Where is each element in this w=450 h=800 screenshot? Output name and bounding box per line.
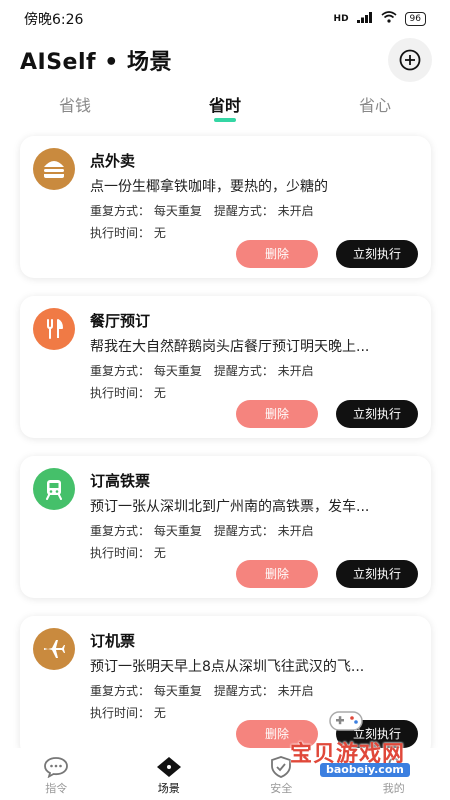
airplane-icon xyxy=(33,628,75,670)
burger-icon xyxy=(33,148,75,190)
card-description: 预订一张从深圳北到广州南的高铁票，发车... xyxy=(90,499,370,515)
repeat-mode: 重复方式： 每天重复 xyxy=(90,524,202,538)
wifi-icon xyxy=(381,11,397,27)
card-description: 点一份生椰拿铁咖啡，要热的，少糖的 xyxy=(90,179,328,195)
remind-mode: 提醒方式： 未开启 xyxy=(213,524,314,538)
scene-card[interactable]: 点外卖 点一份生椰拿铁咖啡，要热的，少糖的 重复方式： 每天重复 提醒方式： 未开… xyxy=(20,136,431,278)
nav-item-scenes[interactable]: 场景 xyxy=(124,756,214,796)
card-meta: 重复方式： 每天重复 提醒方式： 未开启 xyxy=(90,202,314,219)
card-meta: 重复方式： 每天重复 提醒方式： 未开启 xyxy=(90,682,314,699)
status-icons: HD 96 xyxy=(334,11,426,27)
delete-button[interactable]: 删除 xyxy=(236,720,318,748)
profile-icon xyxy=(383,757,404,778)
nav-item-commands[interactable]: 指令 xyxy=(11,756,101,796)
bottom-nav: 指令 场景 安全 我的 xyxy=(0,748,450,800)
battery-level: 96 xyxy=(404,12,426,26)
train-icon xyxy=(33,468,75,510)
card-description: 预订一张明天早上8点从深圳飞往武汉的飞... xyxy=(90,659,365,675)
network-indicator: HD xyxy=(333,14,349,24)
card-meta: 重复方式： 每天重复 提醒方式： 未开启 xyxy=(90,362,314,379)
execute-now-button[interactable]: 立刻执行 xyxy=(336,560,418,588)
tab-label: 省心 xyxy=(358,96,391,115)
card-title: 订机票 xyxy=(90,632,136,650)
card-title: 餐厅预订 xyxy=(90,312,151,330)
tab-label: 省时 xyxy=(208,96,241,115)
tab-save-money[interactable]: 省钱 xyxy=(15,86,135,116)
execute-now-button[interactable]: 立刻执行 xyxy=(336,720,418,748)
nav-label: 安全 xyxy=(270,782,293,795)
repeat-mode: 重复方式： 每天重复 xyxy=(90,684,202,698)
scene-card[interactable]: 订机票 预订一张明天早上8点从深圳飞往武汉的飞... 重复方式： 每天重复 提醒方… xyxy=(20,616,431,758)
tab-save-time[interactable]: 省时 xyxy=(165,86,285,122)
active-tab-indicator xyxy=(214,118,236,122)
page-title: AISelf • 场景 xyxy=(20,50,172,75)
scene-card[interactable]: 餐厅预订 帮我在大自然醉鹅岗头店餐厅预订明天晚上... 重复方式： 每天重复 提醒… xyxy=(20,296,431,438)
signal-icon xyxy=(356,12,373,26)
nav-item-security[interactable]: 安全 xyxy=(236,756,326,796)
plus-circle-icon xyxy=(399,49,421,71)
scene-icon xyxy=(156,757,181,777)
nav-label: 我的 xyxy=(382,782,405,795)
execute-time: 执行时间： 无 xyxy=(90,546,166,560)
tab-bar: 省钱 省时 省心 xyxy=(0,86,450,122)
repeat-mode: 重复方式： 每天重复 xyxy=(90,204,202,218)
scene-card[interactable]: 订高铁票 预订一张从深圳北到广州南的高铁票，发车... 重复方式： 每天重复 提醒… xyxy=(20,456,431,598)
execute-now-button[interactable]: 立刻执行 xyxy=(336,240,418,268)
add-button[interactable] xyxy=(388,38,432,82)
card-meta: 重复方式： 每天重复 提醒方式： 未开启 xyxy=(90,522,314,539)
card-title: 订高铁票 xyxy=(90,472,151,490)
execute-time: 执行时间： 无 xyxy=(90,706,166,720)
execute-now-button[interactable]: 立刻执行 xyxy=(336,400,418,428)
delete-button[interactable]: 删除 xyxy=(236,240,318,268)
remind-mode: 提醒方式： 未开启 xyxy=(213,684,314,698)
card-description: 帮我在大自然醉鹅岗头店餐厅预订明天晚上... xyxy=(90,339,370,355)
status-time: 傍晚6:26 xyxy=(24,12,84,28)
status-bar: 傍晚6:26 HD 96 xyxy=(0,0,450,38)
header: AISelf • 场景 xyxy=(0,38,450,82)
delete-button[interactable]: 删除 xyxy=(236,400,318,428)
card-title: 点外卖 xyxy=(90,152,136,170)
repeat-mode: 重复方式： 每天重复 xyxy=(90,364,202,378)
remind-mode: 提醒方式： 未开启 xyxy=(213,364,314,378)
execute-time: 执行时间： 无 xyxy=(90,226,166,240)
delete-button[interactable]: 删除 xyxy=(236,560,318,588)
chat-icon xyxy=(44,757,69,778)
nav-label: 场景 xyxy=(157,782,180,795)
cutlery-icon xyxy=(33,308,75,350)
tab-peace-of-mind[interactable]: 省心 xyxy=(315,86,435,116)
remind-mode: 提醒方式： 未开启 xyxy=(213,204,314,218)
execute-time: 执行时间： 无 xyxy=(90,386,166,400)
nav-label: 指令 xyxy=(45,782,68,795)
tab-label: 省钱 xyxy=(58,96,91,115)
shield-icon xyxy=(271,756,292,778)
nav-item-profile[interactable]: 我的 xyxy=(349,756,439,796)
